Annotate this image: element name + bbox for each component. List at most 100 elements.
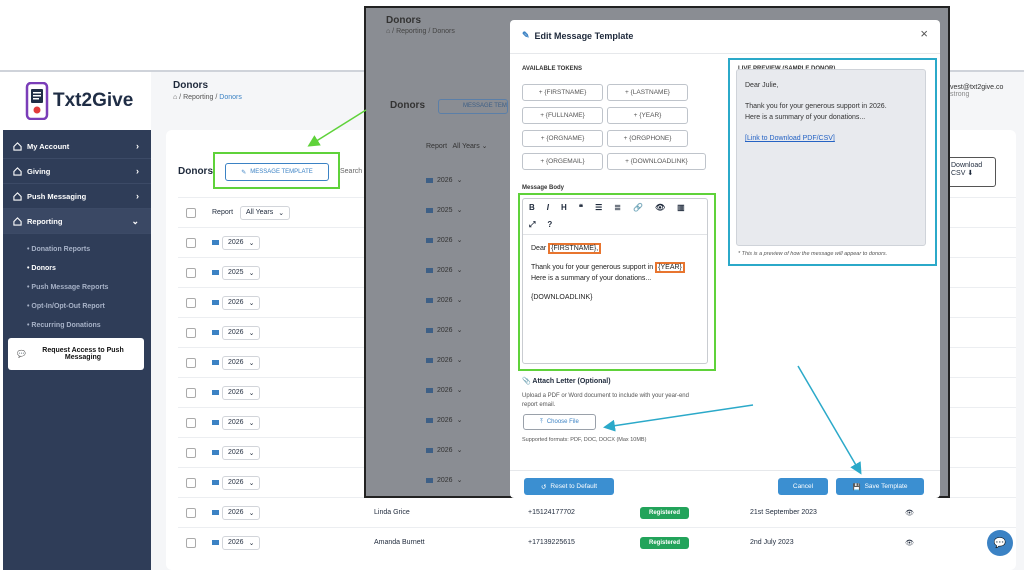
overlay-breadcrumb: ⌂ / Reporting / Donors <box>386 28 455 35</box>
row-checkbox[interactable] <box>186 447 196 458</box>
row-year: 2026 ⌄ <box>212 325 261 340</box>
row-year: 2026 ⌄ <box>212 385 261 400</box>
chat-icon: 💬 <box>17 351 26 358</box>
row-year-select[interactable]: 2026 ⌄ <box>222 325 261 340</box>
logo: Txt2Give <box>3 72 151 130</box>
supported-formats: Supported formats: PDF, DOC, DOCX (Max 1… <box>522 437 647 443</box>
overlay-row-year: 2026 <box>437 446 453 454</box>
envelope-icon <box>426 327 433 333</box>
close-icon[interactable]: × <box>920 26 928 41</box>
row-year: 2026 ⌄ <box>212 235 261 250</box>
token-firstname[interactable]: + {FIRSTNAME} <box>522 84 603 101</box>
year-filter-value: All Years <box>246 208 274 216</box>
token-year[interactable]: + {YEAR} <box>607 107 688 124</box>
row-year-value: 2026 <box>228 358 244 366</box>
view-icon[interactable]: 👁 <box>905 509 914 517</box>
row-year-select[interactable]: 2026 ⌄ <box>222 475 261 490</box>
row-year-select[interactable]: 2026 ⌄ <box>222 505 261 520</box>
row-year: 2025 ⌄ <box>212 265 261 280</box>
breadcrumb-reporting[interactable]: Reporting <box>183 94 213 101</box>
row-year-select[interactable]: 2026 ⌄ <box>222 355 261 370</box>
sub-donors[interactable]: • Donors <box>3 259 151 278</box>
download-csv-button[interactable]: Download CSV ⬇ <box>946 157 996 187</box>
home-icon <box>13 141 22 151</box>
sub-label: Opt-In/Opt-Out Report <box>31 303 105 310</box>
donors-heading: Donors <box>178 166 213 177</box>
row-year-select[interactable]: 2026 ⌄ <box>222 445 261 460</box>
request-push-access-button[interactable]: 💬 Request Access to Push Messaging <box>8 338 144 370</box>
message-body-label: Message Body <box>522 185 565 191</box>
token-fullname[interactable]: + {FULLNAME} <box>522 107 603 124</box>
row-checkbox[interactable] <box>186 237 196 248</box>
select-all-checkbox[interactable] <box>186 207 196 218</box>
row-checkbox[interactable] <box>186 297 196 308</box>
nav-reporting[interactable]: Reporting ⌄ <box>3 209 151 234</box>
row-checkbox[interactable] <box>186 267 196 278</box>
attach-label-text: Attach Letter (Optional) <box>532 378 611 385</box>
row-checkbox[interactable] <box>186 357 196 368</box>
page-title: Donors <box>173 80 208 91</box>
row-year-select[interactable]: 2026 ⌄ <box>222 295 261 310</box>
envelope-icon <box>212 390 219 395</box>
overlay-title: Donors <box>386 15 421 26</box>
envelope-icon <box>426 267 433 273</box>
attach-letter-label: 📎 Attach Letter (Optional) <box>522 377 611 385</box>
chat-launcher-icon[interactable]: 💬 <box>987 530 1013 556</box>
ov-year-filter: All Years <box>452 143 480 150</box>
status-badge: Registered <box>640 506 690 519</box>
cancel-label: Cancel <box>792 483 814 490</box>
choose-file-button[interactable]: ⤒ Choose File <box>523 414 596 430</box>
save-template-button[interactable]: 💾 Save Template <box>836 478 924 495</box>
user-role: strong <box>950 91 970 98</box>
sub-push-message-reports[interactable]: • Push Message Reports <box>3 278 151 297</box>
row-checkbox[interactable] <box>186 477 196 488</box>
cancel-button[interactable]: Cancel <box>778 478 828 495</box>
row-year-value: 2026 <box>228 538 244 546</box>
home-icon[interactable]: ⌂ <box>173 94 177 101</box>
token-orgphone[interactable]: + {ORGPHONE} <box>607 130 688 147</box>
table-row: 2026 ⌄ Linda Grice +15124177702 Registered 21… <box>178 497 1016 527</box>
nav-my-account[interactable]: My Account › <box>3 134 151 159</box>
overlay-row-year: 2026 <box>437 266 453 274</box>
year-filter-select[interactable]: All Years ⌄ <box>240 205 291 220</box>
row-year: 2026 ⌄ <box>212 535 261 550</box>
overlay-row: 2026 ⌄ <box>426 296 462 304</box>
overlay-row-year: 2026 <box>437 326 453 334</box>
token-orgname[interactable]: + {ORGNAME} <box>522 130 603 147</box>
row-phone: +17139225615 <box>528 539 575 546</box>
envelope-icon <box>212 480 219 485</box>
breadcrumb-donors[interactable]: Donors <box>219 94 242 101</box>
overlay-row-year: 2026 <box>437 356 453 364</box>
envelope-icon <box>212 240 219 245</box>
envelope-icon <box>426 207 433 213</box>
view-icon[interactable]: 👁 <box>905 539 914 547</box>
save-icon: 💾 <box>852 483 861 491</box>
ov-crumb-reporting: Reporting <box>396 28 427 35</box>
row-year-select[interactable]: 2025 ⌄ <box>222 265 261 280</box>
attach-description: Upload a PDF or Word document to include… <box>522 393 689 408</box>
nav-giving[interactable]: Giving › <box>3 159 151 184</box>
sub-opt-in-report[interactable]: • Opt-In/Opt-Out Report <box>3 297 151 316</box>
row-checkbox[interactable] <box>186 417 196 428</box>
row-checkbox[interactable] <box>186 387 196 398</box>
row-checkbox[interactable] <box>186 507 196 518</box>
reset-default-button[interactable]: ↺ Reset to Default <box>524 478 614 495</box>
sub-recurring-donations[interactable]: • Recurring Donations <box>3 316 151 335</box>
row-year-select[interactable]: 2026 ⌄ <box>222 385 261 400</box>
row-year-select[interactable]: 2026 ⌄ <box>222 235 261 250</box>
breadcrumb: ⌂ / Reporting / Donors <box>173 94 242 101</box>
nav-push-messaging[interactable]: Push Messaging › <box>3 184 151 209</box>
highlight-message-template <box>213 152 340 189</box>
row-checkbox[interactable] <box>186 327 196 338</box>
highlight-live-preview <box>728 58 937 266</box>
row-year-select[interactable]: 2026 ⌄ <box>222 535 261 550</box>
row-year-select[interactable]: 2026 ⌄ <box>222 415 261 430</box>
token-lastname[interactable]: + {LASTNAME} <box>607 84 688 101</box>
overlay-row-year: 2026 <box>437 416 453 424</box>
token-downloadlink[interactable]: + {DOWNLOADLINK} <box>607 153 706 170</box>
row-checkbox[interactable] <box>186 537 196 548</box>
row-year-value: 2026 <box>228 478 244 486</box>
sub-donation-reports[interactable]: • Donation Reports <box>3 240 151 259</box>
token-orgemail[interactable]: + {ORGEMAIL} <box>522 153 603 170</box>
download-label: Download <box>951 162 983 169</box>
